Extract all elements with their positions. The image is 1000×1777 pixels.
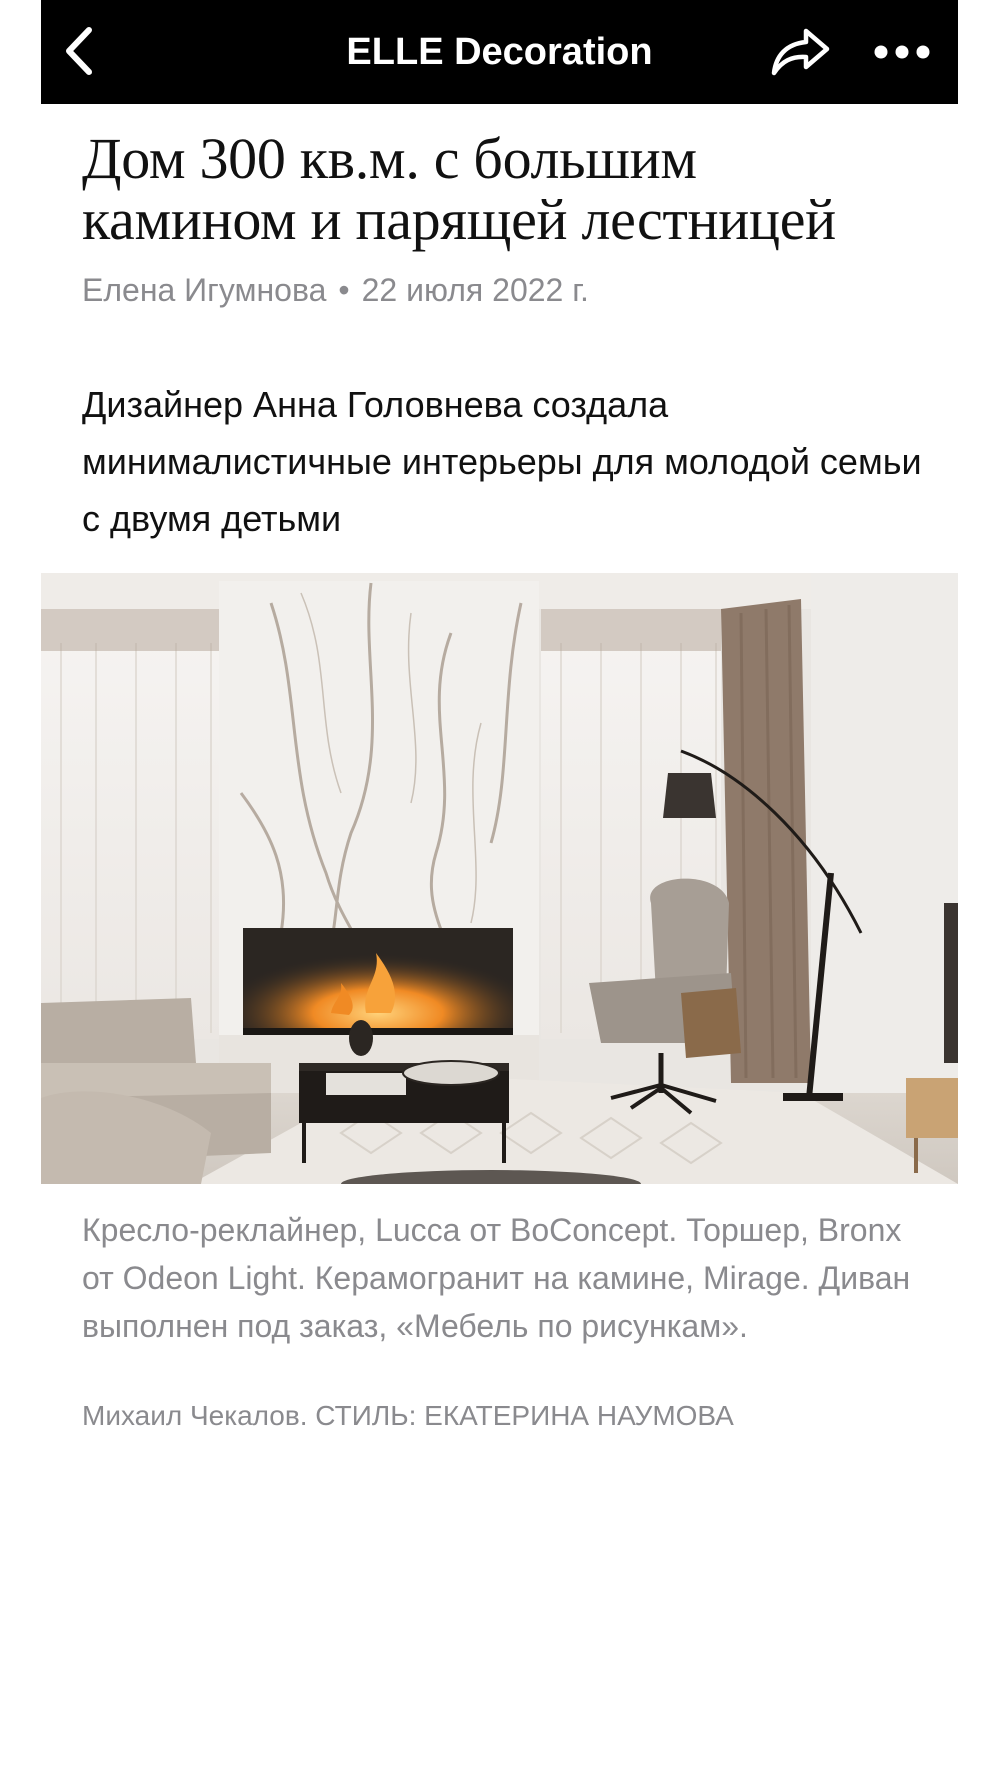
article-lede: Дизайнер Анна Головнева создала минимали… bbox=[82, 384, 922, 539]
byline-separator: • bbox=[338, 272, 350, 308]
photo-credit: Михаил Чекалов. СТИЛЬ: ЕКАТЕРИНА НАУМОВА bbox=[82, 1400, 734, 1431]
more-options-button[interactable] bbox=[872, 38, 932, 66]
publish-date: 22 июля 2022 г. bbox=[361, 272, 589, 308]
image-caption: Кресло-реклайнер, Lucca от BoConcept. То… bbox=[82, 1212, 911, 1344]
author-name[interactable]: Елена Игумнова bbox=[82, 272, 326, 308]
hero-image[interactable] bbox=[41, 573, 958, 1184]
living-room-photo bbox=[41, 573, 958, 1184]
share-arrow-icon bbox=[771, 28, 830, 76]
article-byline: Елена Игумнова • 22 июля 2022 г. bbox=[82, 270, 922, 310]
share-button[interactable] bbox=[770, 26, 832, 78]
article-headline: Дом 300 кв.м. с большим камином и паряще… bbox=[82, 126, 836, 252]
more-dots-icon bbox=[874, 45, 930, 59]
top-navigation-bar: ELLE Decoration bbox=[41, 0, 958, 104]
